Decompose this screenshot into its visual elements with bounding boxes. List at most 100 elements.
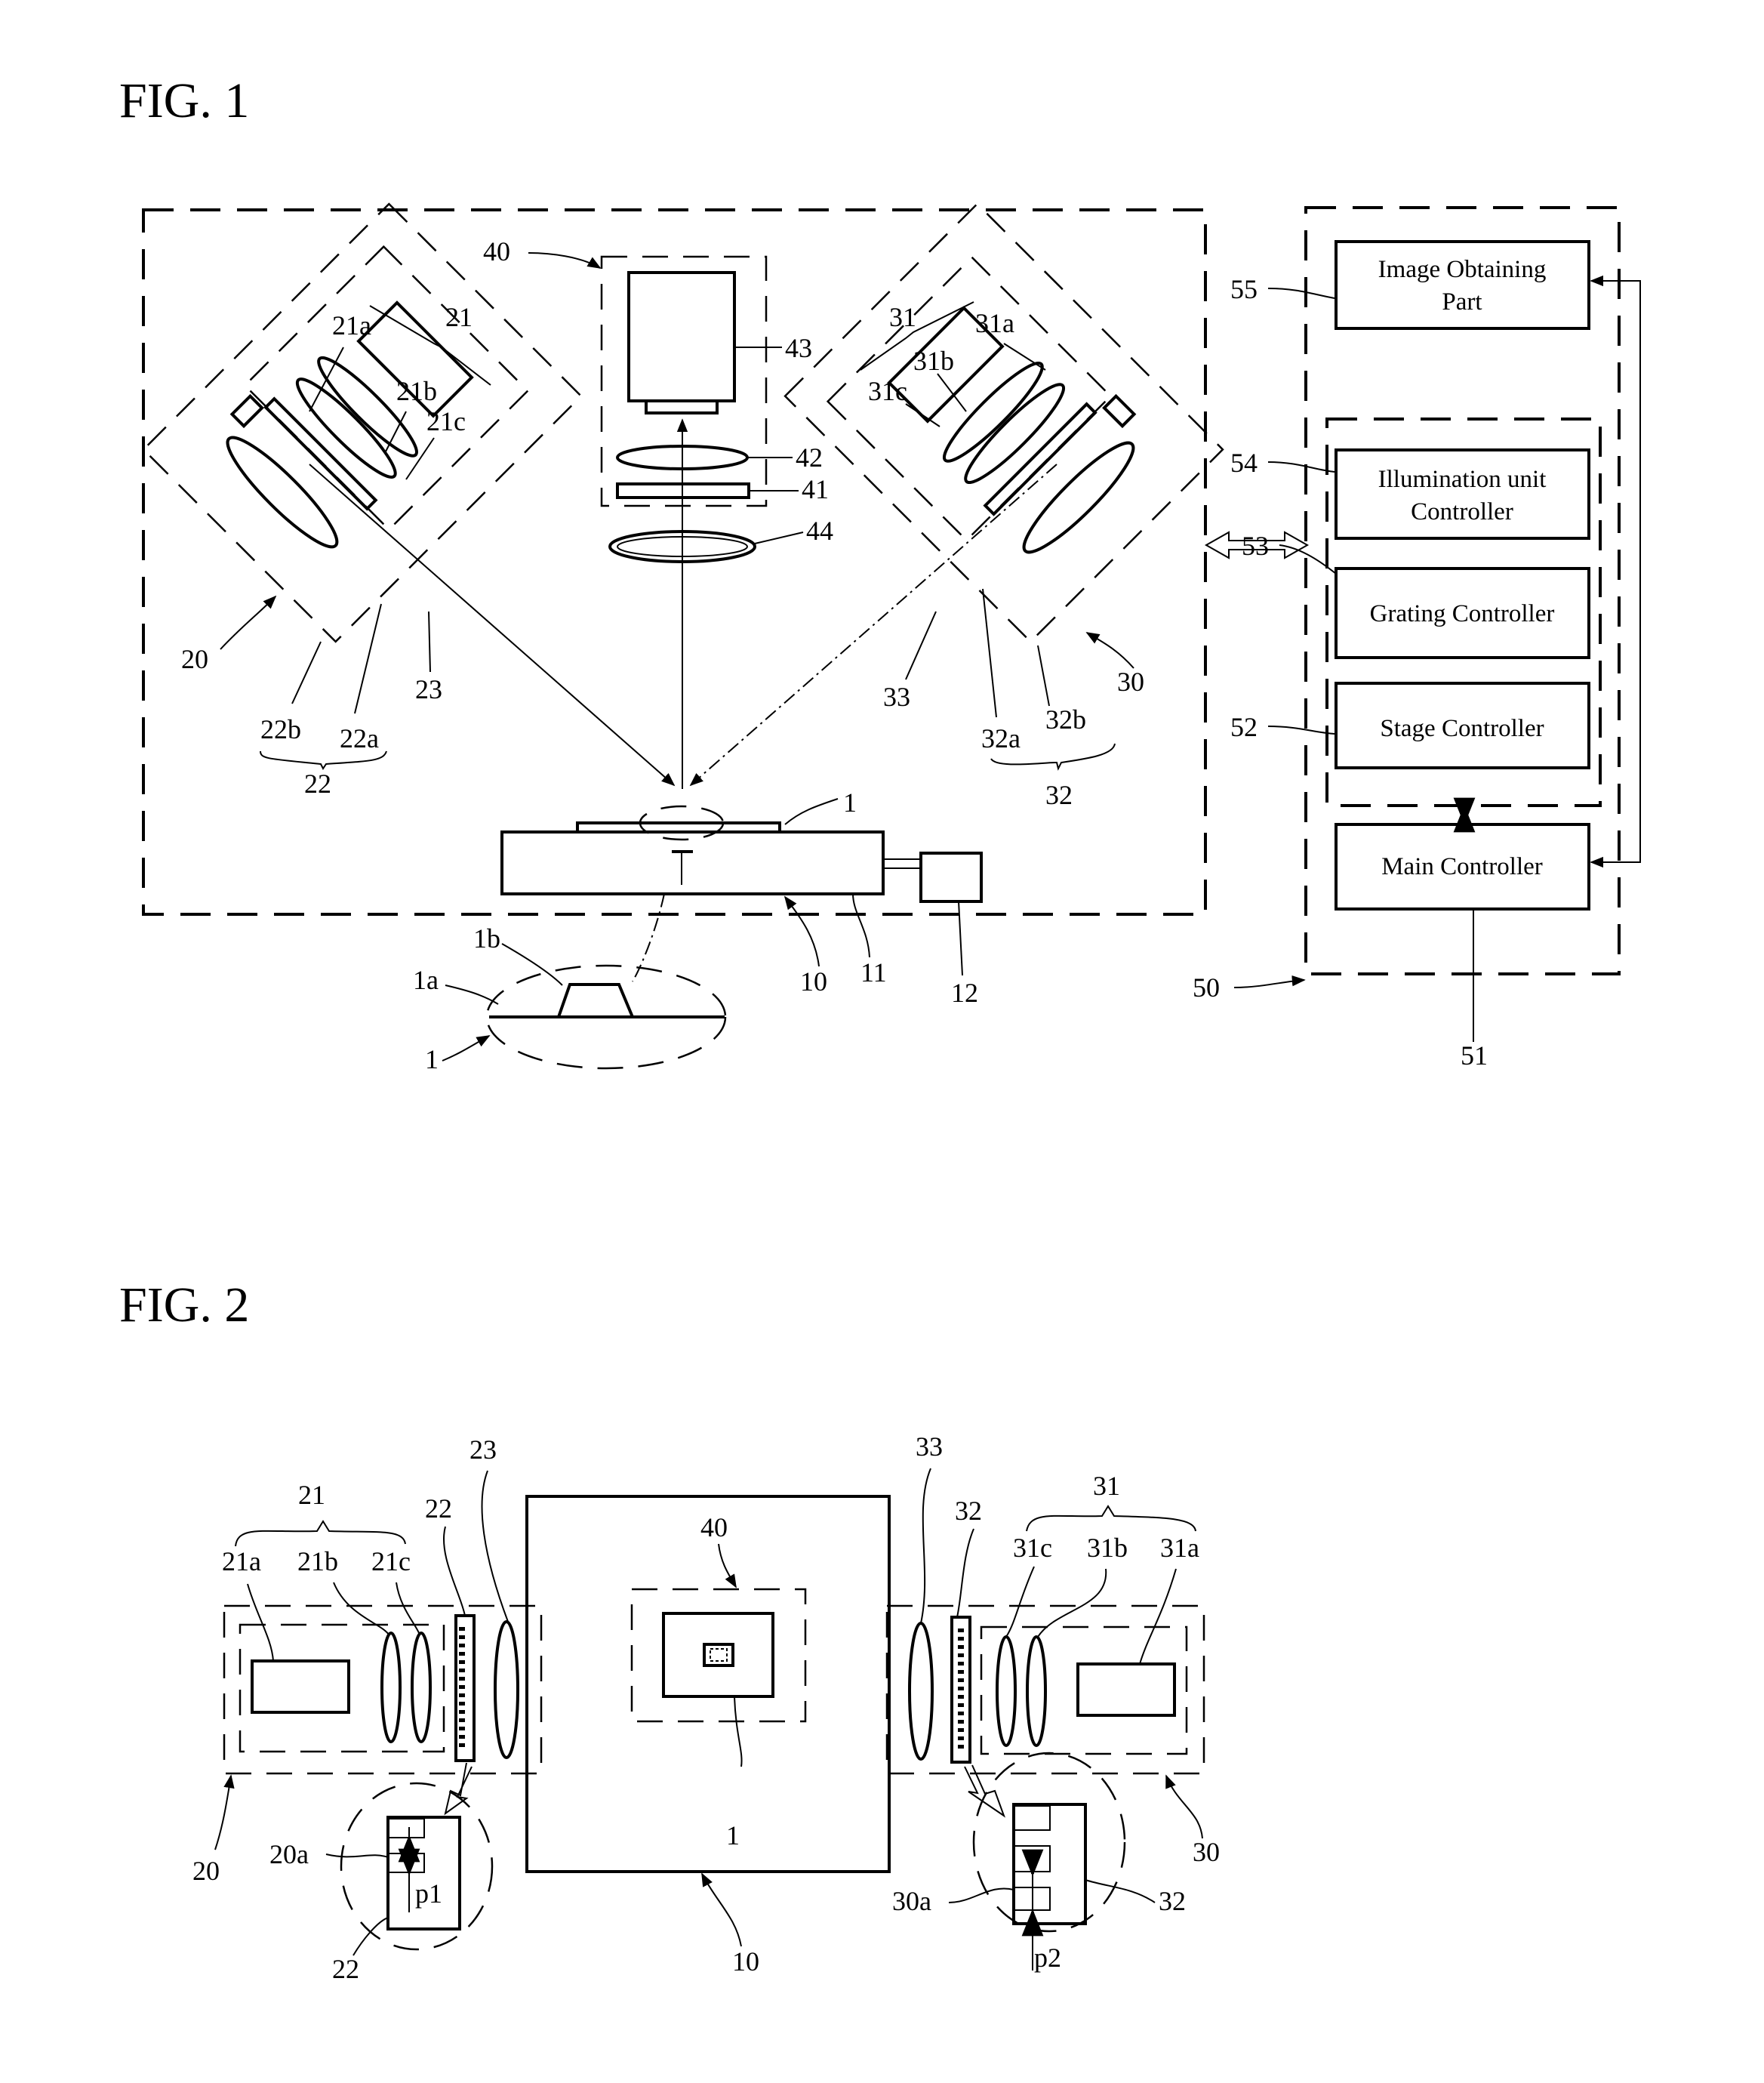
label-33: 33: [883, 682, 910, 712]
label-55: 55: [1230, 274, 1258, 304]
lens-31c: [964, 383, 1066, 485]
fig2-title: FIG. 2: [119, 1277, 249, 1333]
fig2-label-23: 23: [469, 1434, 497, 1465]
illumination-unit-20: [142, 202, 583, 643]
stage-10: [500, 805, 983, 903]
label-51: 51: [1461, 1040, 1488, 1071]
fig2-label-20a: 20a: [269, 1839, 309, 1869]
stage-controller-text: Stage Controller: [1380, 715, 1544, 742]
illumination-unit-controller-box[interactable]: Illumination unit Controller: [1335, 448, 1590, 540]
image-obtaining-part-box[interactable]: Image Obtaining Part: [1335, 240, 1590, 330]
grating-32a: [983, 402, 1097, 516]
label-21: 21: [445, 302, 473, 332]
fig2-imaging-unit-40: [630, 1588, 807, 1723]
fig2-label-31b: 31b: [1087, 1533, 1128, 1563]
main-controller-box[interactable]: Main Controller: [1335, 823, 1590, 911]
fig2-lens-31c: [996, 1635, 1017, 1747]
projection-lens-23: [226, 436, 339, 549]
grating-22a: [263, 396, 378, 511]
fig2-lens-21b: [380, 1632, 402, 1743]
stage-controller-box[interactable]: Stage Controller: [1335, 682, 1590, 769]
image-obtaining-line2: Part: [1442, 288, 1482, 316]
main-controller-text: Main Controller: [1381, 853, 1543, 880]
label-1-detail: 1: [425, 1044, 439, 1074]
light-source-21-boundary: [243, 245, 529, 532]
imaging-unit-40: [600, 255, 768, 789]
label-32b: 32b: [1045, 704, 1086, 735]
fig2-illumination-unit-30: [885, 1604, 1205, 1775]
fig2-label-30: 30: [1193, 1837, 1220, 1867]
grating-controller-box[interactable]: Grating Controller: [1335, 567, 1590, 659]
illumination-controller-line1: Illumination unit: [1378, 466, 1547, 493]
label-32: 32: [1045, 780, 1073, 810]
label-52: 52: [1230, 712, 1258, 742]
fig2-label-22: 22: [425, 1493, 452, 1524]
label-30: 30: [1117, 667, 1144, 697]
camera-43: [627, 271, 736, 402]
label-12: 12: [951, 978, 978, 1008]
object-1-detail: [485, 893, 727, 1070]
lens-21b: [317, 356, 418, 458]
label-10: 10: [800, 966, 827, 997]
illumination-unit-30: [783, 202, 1224, 643]
label-31c: 31c: [868, 376, 907, 406]
grating-controller-text: Grating Controller: [1370, 600, 1555, 627]
label-1: 1: [843, 787, 857, 818]
fig2-inspection-point: [703, 1643, 734, 1667]
label-21a: 21a: [332, 310, 371, 340]
fig2-light-source-21a: [251, 1659, 350, 1714]
patent-drawing-canvas: FIG. 1 40 43 42 41 44 21 21a 21b 21c 20 …: [119, 73, 1641, 1984]
label-1a: 1a: [413, 965, 439, 995]
label-22a: 22a: [340, 723, 379, 753]
fig2-lens-31b: [1026, 1635, 1047, 1747]
fig2-projection-lens-33: [908, 1622, 934, 1761]
detail-circle-22: [340, 1782, 494, 1951]
image-obtaining-line1: Image Obtaining: [1378, 256, 1547, 283]
label-1b: 1b: [473, 923, 500, 954]
fig2-label-32-detail: 32: [1159, 1886, 1186, 1916]
label-44: 44: [806, 516, 833, 546]
label-43: 43: [785, 333, 812, 363]
pad-1b: [557, 983, 634, 1018]
fig2-light-source-31a: [1076, 1662, 1176, 1717]
image-to-main-feedback-link: [1590, 275, 1641, 868]
fig2-label-40: 40: [700, 1512, 728, 1542]
label-54: 54: [1230, 448, 1258, 478]
label-31b: 31b: [913, 346, 954, 376]
label-21b: 21b: [396, 376, 437, 406]
label-31a: 31a: [975, 308, 1014, 338]
label-23: 23: [415, 674, 442, 704]
stage-driver-12: [919, 852, 983, 903]
fig2-label-22-detail: 22: [332, 1954, 359, 1984]
label-53: 53: [1242, 531, 1269, 561]
grating-actuator-22b: [229, 393, 264, 429]
fig1-title: FIG. 1: [119, 73, 249, 128]
illumination-controller-line2: Controller: [1411, 498, 1513, 525]
fig2-stage-10: [525, 1495, 891, 1873]
fig2-label-p1: p1: [415, 1878, 442, 1909]
camera-mount: [645, 399, 719, 414]
stage-shaft: [882, 858, 922, 869]
fig2-lens-21c: [411, 1632, 432, 1743]
fig2-label-32: 32: [955, 1496, 982, 1526]
label-40: 40: [483, 236, 510, 267]
label-50: 50: [1193, 972, 1220, 1003]
fig2-grating-32-detail: [964, 1752, 1126, 1971]
fig2-label-20: 20: [192, 1856, 220, 1886]
label-32a: 32a: [981, 723, 1021, 753]
fig2-label-31c: 31c: [1013, 1533, 1052, 1563]
fig2-target-object-1: [662, 1612, 774, 1698]
label-22: 22: [304, 769, 331, 799]
fig2-label-p2: p2: [1034, 1943, 1061, 1973]
fig2-label-30a: 30a: [892, 1886, 931, 1916]
fig2-label-21a: 21a: [222, 1546, 261, 1576]
label-31: 31: [889, 302, 916, 332]
lens-21c: [295, 377, 397, 479]
grating-actuator-32b: [1102, 393, 1137, 429]
fig2-label-10: 10: [732, 1946, 759, 1977]
label-21c: 21c: [426, 406, 466, 436]
fig2-label-1: 1: [726, 1820, 740, 1850]
projection-lens-33: [1022, 441, 1135, 554]
fig2-illumination-unit-20: [223, 1604, 543, 1775]
label-11: 11: [860, 957, 887, 988]
